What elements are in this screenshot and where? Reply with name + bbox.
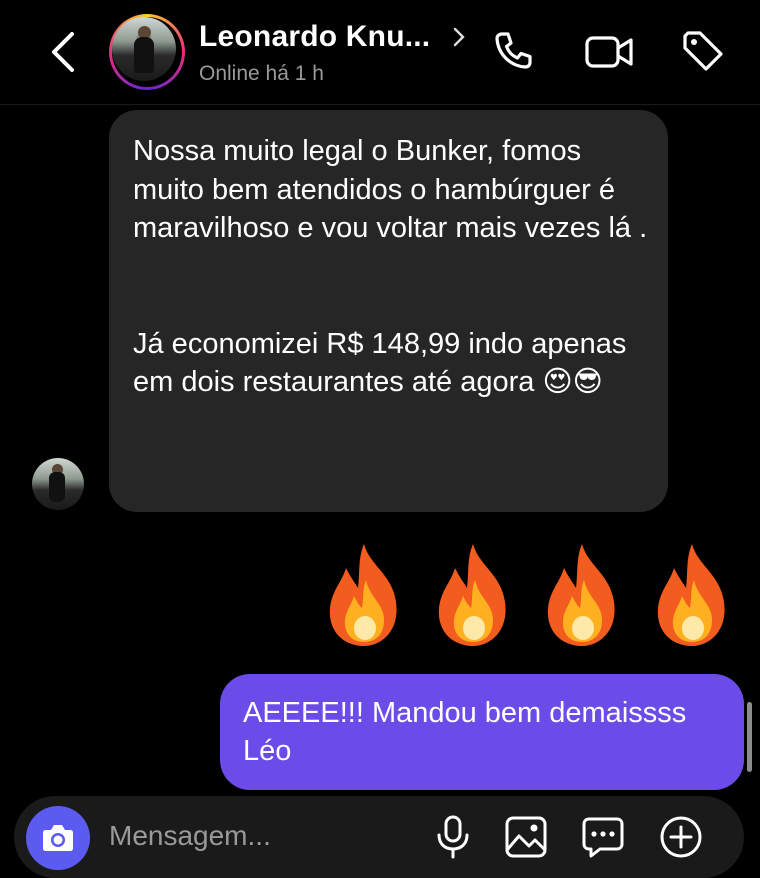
- sticker-icon[interactable]: [580, 814, 626, 860]
- incoming-message-text: Nossa muito legal o Bunker, fomos muito …: [133, 135, 648, 398]
- fire-emoji-icon: [547, 544, 615, 646]
- microphone-icon[interactable]: [430, 814, 476, 860]
- chevron-right-icon[interactable]: [452, 26, 466, 48]
- fire-emoji-icon: [657, 544, 725, 646]
- video-camera-icon[interactable]: [584, 28, 636, 74]
- outgoing-message-text: AEEEE!!! Mandou bem demaissss Léo: [243, 697, 687, 767]
- gallery-icon[interactable]: [503, 814, 549, 860]
- fire-emoji-icon: [329, 544, 397, 646]
- sender-avatar[interactable]: [32, 458, 84, 510]
- chat-header: Leonardo Knu... Online há 1 h: [0, 0, 760, 105]
- outgoing-message[interactable]: AEEEE!!! Mandou bem demaissss Léo: [220, 674, 744, 790]
- back-chevron-icon[interactable]: [44, 28, 84, 76]
- incoming-message[interactable]: Nossa muito legal o Bunker, fomos muito …: [109, 110, 668, 512]
- add-icon[interactable]: [658, 814, 704, 860]
- message-input[interactable]: Mensagem...: [109, 820, 271, 852]
- camera-button[interactable]: [26, 806, 90, 870]
- message-composer: Mensagem...: [14, 796, 744, 878]
- camera-icon: [43, 825, 73, 851]
- tag-icon[interactable]: [680, 28, 726, 74]
- contact-avatar[interactable]: [109, 14, 185, 90]
- fire-emoji-icon: [438, 544, 506, 646]
- scrollbar[interactable]: [747, 702, 752, 772]
- contact-name[interactable]: Leonardo Knu...: [199, 20, 430, 54]
- fire-emoji-message[interactable]: [310, 540, 750, 650]
- phone-icon[interactable]: [490, 28, 536, 74]
- contact-status: Online há 1 h: [199, 62, 324, 85]
